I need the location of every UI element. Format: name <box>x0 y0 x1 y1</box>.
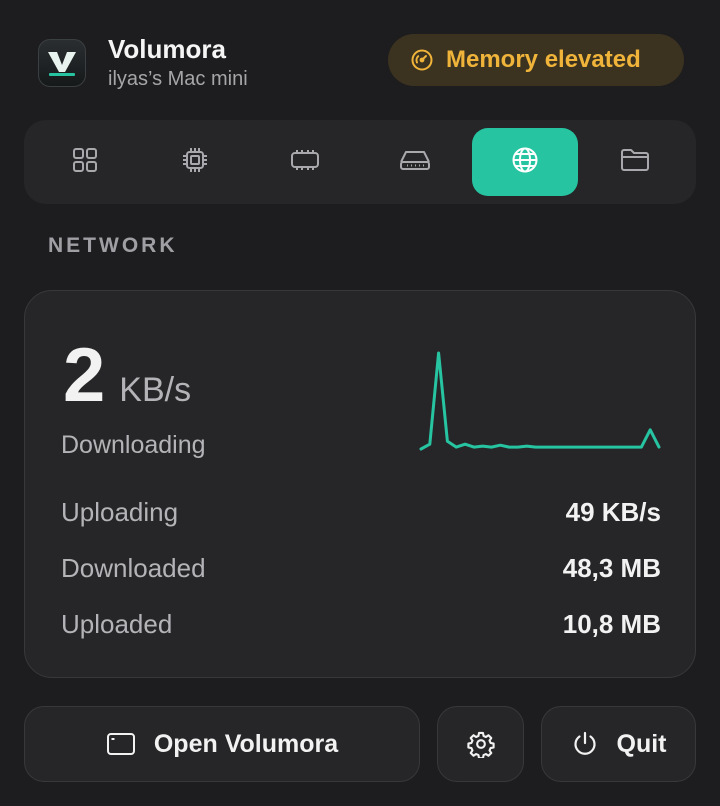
gauge-icon <box>410 48 434 72</box>
settings-button[interactable] <box>437 706 524 782</box>
download-caption: Downloading <box>61 431 206 459</box>
network-card: 2 KB/s Downloading Uploading 49 KB/s Dow… <box>24 290 696 678</box>
stat-label: Uploading <box>61 497 179 527</box>
tab-cpu[interactable] <box>142 128 248 196</box>
download-rate: 2 KB/s <box>63 331 191 421</box>
device-name: ilyas’s Mac mini <box>108 68 248 90</box>
open-volumora-label: Open Volumora <box>153 729 339 758</box>
window-icon <box>106 732 136 756</box>
power-icon <box>571 730 599 758</box>
download-rate-value: 2 <box>63 333 106 418</box>
gear-icon <box>466 730 495 758</box>
tab-overview[interactable] <box>32 128 138 196</box>
stat-row-uploaded: Uploaded 10,8 MB <box>61 609 661 640</box>
tab-files[interactable] <box>582 128 688 196</box>
stat-value: 10,8 MB <box>562 609 661 639</box>
quit-button[interactable]: Quit <box>541 706 696 782</box>
stat-value: 48,3 MB <box>562 553 661 583</box>
cpu-icon <box>180 145 210 180</box>
memory-icon <box>289 147 321 178</box>
disk-icon <box>398 147 432 178</box>
network-sparkline <box>419 351 661 451</box>
folder-icon <box>619 146 651 179</box>
globe-icon <box>510 145 540 180</box>
status-badge-label: Memory elevated <box>446 46 641 73</box>
stat-row-downloaded: Downloaded 48,3 MB <box>61 553 661 584</box>
stat-value: 49 KB/s <box>565 497 661 527</box>
stat-row-uploading: Uploading 49 KB/s <box>61 497 661 528</box>
memory-status-badge[interactable]: Memory elevated <box>388 34 684 86</box>
section-title: NETWORK <box>48 234 178 257</box>
category-tab-bar <box>24 120 696 204</box>
grid-icon <box>71 146 99 179</box>
app-header: Volumora ilyas’s Mac mini <box>38 34 248 92</box>
download-rate-unit: KB/s <box>119 371 192 409</box>
tab-memory[interactable] <box>252 128 358 196</box>
sparkline-line <box>419 351 661 451</box>
stat-label: Downloaded <box>61 553 206 583</box>
quit-label: Quit <box>616 729 667 758</box>
app-title: Volumora <box>108 34 226 64</box>
volumora-app-icon <box>38 39 86 87</box>
open-volumora-button[interactable]: Open Volumora <box>24 706 420 782</box>
tab-network[interactable] <box>472 128 578 196</box>
tab-disk[interactable] <box>362 128 468 196</box>
stat-label: Uploaded <box>61 609 173 639</box>
